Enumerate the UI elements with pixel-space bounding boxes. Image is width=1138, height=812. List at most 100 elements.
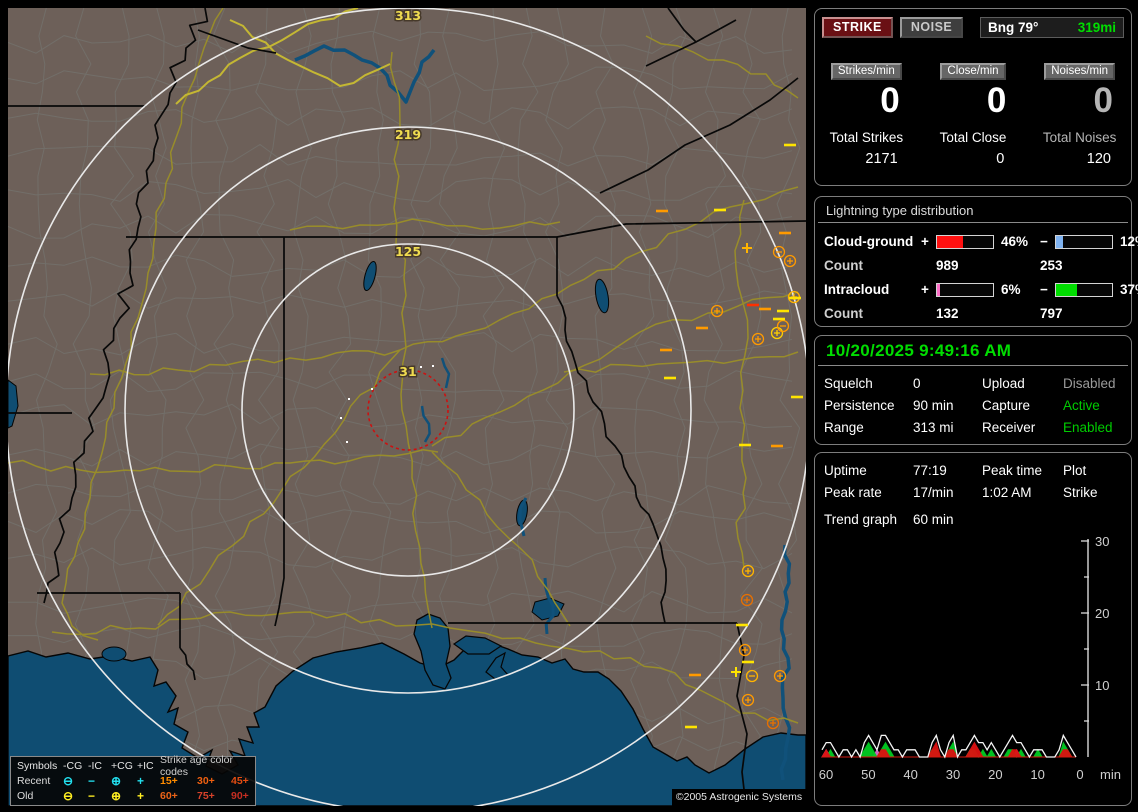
strikes-per-min-value: 0 xyxy=(880,81,900,120)
cloud-ground-row: Cloud-ground + 46% − 12% xyxy=(815,229,1138,254)
svg-text:min: min xyxy=(1100,767,1121,782)
datetime-display: 10/20/2025 9:49:16 AM xyxy=(818,336,1128,366)
map-canvas[interactable]: 313 219 125 31 xyxy=(8,8,806,806)
circle-minus-icon: ⊖ xyxy=(63,788,74,803)
noises-per-min-button[interactable]: Noises/min xyxy=(1044,63,1116,80)
total-close-value: 0 xyxy=(996,151,1005,167)
circle-plus-icon: ⊕ xyxy=(111,788,122,803)
strike-mode-button[interactable]: STRIKE xyxy=(822,17,893,38)
ic-negative-bar-fill xyxy=(1056,283,1077,296)
noises-per-min-value: 0 xyxy=(1093,81,1113,120)
svg-text:50: 50 xyxy=(861,767,875,782)
stats-box: Uptime 77:19 Peak time Plot Peak rate 17… xyxy=(814,452,1132,806)
svg-text:10: 10 xyxy=(1030,767,1044,782)
count-label: Count xyxy=(824,258,863,273)
legend-row-old-label: Old xyxy=(17,789,34,802)
bearing-readout: Bng 79° 319mi xyxy=(980,17,1124,38)
cg-negative-bar-fill xyxy=(1056,235,1063,248)
ic-positive-count: 132 xyxy=(936,306,959,321)
intracloud-row: Intracloud + 6% − 37% xyxy=(815,277,1138,302)
symbol-legend: Symbols -CG -IC +CG +IC Strike age color… xyxy=(10,754,256,806)
svg-text:40: 40 xyxy=(903,767,917,782)
range-value: 313 mi xyxy=(913,420,954,435)
circle-plus-icon: ⊕ xyxy=(111,773,122,788)
ic-negative-count: 797 xyxy=(1040,306,1063,321)
noise-mode-button[interactable]: NOISE xyxy=(899,17,964,38)
trend-chart: 10 20 30 60 50 40 30 20 10 0 min xyxy=(818,534,1130,801)
upload-status: Disabled xyxy=(1063,376,1116,391)
peak-time-header: Peak time xyxy=(982,463,1043,478)
capture-status: Active xyxy=(1063,398,1100,413)
ic-negative-pct: 37% xyxy=(1120,282,1138,297)
close-per-min-button[interactable]: Close/min xyxy=(940,63,1006,80)
svg-text:30: 30 xyxy=(946,767,960,782)
cg-negative-pct: 12% xyxy=(1120,234,1138,249)
range-label: Range xyxy=(824,420,864,435)
counters-box: STRIKE NOISE Bng 79° 319mi Strikes/min 0… xyxy=(814,8,1132,186)
plus-icon: + xyxy=(137,788,145,803)
ic-negative-bar xyxy=(1055,282,1113,297)
age-code-60: 60+ xyxy=(160,789,178,802)
minus-sign: − xyxy=(1040,234,1048,249)
squelch-value: 0 xyxy=(913,376,921,391)
ic-positive-bar xyxy=(936,282,994,297)
cg-negative-count: 253 xyxy=(1040,258,1063,273)
persistence-label: Persistence xyxy=(824,398,895,413)
svg-text:10: 10 xyxy=(1095,678,1109,693)
bearing-label: Bng 79° xyxy=(988,20,1039,35)
age-code-90: 90+ xyxy=(231,789,249,802)
legend-row-recent-label: Recent xyxy=(17,774,51,787)
copyright-text: ©2005 Astrogenic Systems xyxy=(672,789,806,806)
legend-col-pic: +IC xyxy=(137,759,154,772)
total-noises-value: 120 xyxy=(1086,151,1111,167)
circle-minus-icon: ⊖ xyxy=(63,773,74,788)
plus-sign: + xyxy=(921,234,929,249)
trend-graph-label: Trend graph xyxy=(824,512,898,527)
age-code-30: 30+ xyxy=(197,774,215,787)
ring-label-31: 31 xyxy=(399,364,416,379)
svg-text:20: 20 xyxy=(988,767,1002,782)
age-code-45: 45+ xyxy=(231,774,249,787)
uptime-label: Uptime xyxy=(824,463,867,478)
minus-icon: − xyxy=(88,788,96,803)
uptime-value: 77:19 xyxy=(913,463,947,478)
noises-per-min-column: Noises/min 0 Total Noises 120 xyxy=(1034,63,1125,167)
plus-sign: + xyxy=(921,282,929,297)
total-noises-label: Total Noises xyxy=(1042,130,1117,145)
ic-count-row: Count 132 797 xyxy=(815,302,1131,325)
status-panel: STRIKE NOISE Bng 79° 319mi Strikes/min 0… xyxy=(812,0,1138,812)
cg-positive-bar xyxy=(936,234,994,249)
lightning-map[interactable]: 313 219 125 31 xyxy=(8,8,806,806)
status-box: 10/20/2025 9:49:16 AM Squelch 0 Upload D… xyxy=(814,335,1132,445)
total-close-label: Total Close xyxy=(939,130,1007,145)
plot-value: Strike xyxy=(1063,485,1098,500)
plus-icon: + xyxy=(137,773,145,788)
distribution-title: Lightning type distribution xyxy=(818,197,1128,223)
cloud-ground-label: Cloud-ground xyxy=(824,234,914,249)
legend-col-nic: -IC xyxy=(88,759,102,772)
lake-5 xyxy=(101,646,127,662)
strikes-per-min-button[interactable]: Strikes/min xyxy=(830,63,902,80)
svg-text:30: 30 xyxy=(1095,535,1109,549)
ring-label-313: 313 xyxy=(395,8,421,23)
plot-header: Plot xyxy=(1063,463,1087,478)
minus-sign: − xyxy=(1040,282,1048,297)
upload-label: Upload xyxy=(982,376,1025,391)
svg-text:20: 20 xyxy=(1095,606,1109,621)
ring-label-219: 219 xyxy=(395,127,421,142)
receiver-label: Receiver xyxy=(982,420,1036,435)
svg-text:60: 60 xyxy=(819,767,833,782)
peak-time-value: 1:02 AM xyxy=(982,485,1032,500)
svg-text:0: 0 xyxy=(1076,767,1083,782)
cg-positive-bar-fill xyxy=(937,235,963,248)
persistence-value: 90 min xyxy=(913,398,954,413)
close-per-min-column: Close/min 0 Total Close 0 xyxy=(928,63,1019,167)
count-label: Count xyxy=(824,306,863,321)
legend-symbols-header: Symbols xyxy=(17,759,58,772)
strikes-per-min-column: Strikes/min 0 Total Strikes 2171 xyxy=(821,63,912,167)
capture-label: Capture xyxy=(982,398,1031,413)
cg-positive-count: 989 xyxy=(936,258,959,273)
cg-negative-bar xyxy=(1055,234,1113,249)
ring-label-125: 125 xyxy=(395,244,421,259)
cg-count-row: Count 989 253 xyxy=(815,254,1131,277)
